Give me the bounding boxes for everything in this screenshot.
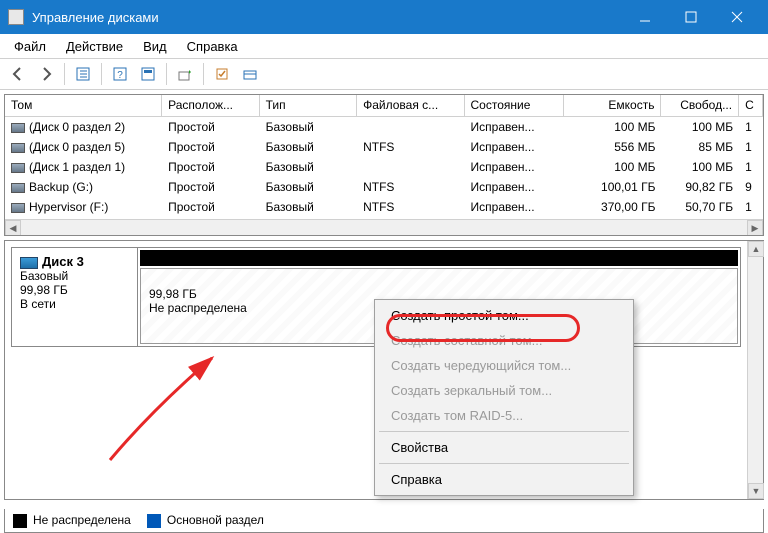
menu-view[interactable]: Вид: [133, 37, 177, 56]
ctx-properties[interactable]: Свойства: [377, 435, 631, 460]
menu-action[interactable]: Действие: [56, 37, 133, 56]
volume-list: Том Располож... Тип Файловая с... Состоя…: [4, 94, 764, 236]
legend-primary-swatch: [147, 514, 161, 528]
back-button[interactable]: [6, 62, 30, 86]
col-filesystem[interactable]: Файловая с...: [357, 95, 464, 116]
legend: Не распределена Основной раздел: [4, 509, 764, 533]
legend-unallocated-label: Не распределена: [33, 513, 131, 527]
menubar: Файл Действие Вид Справка: [0, 34, 768, 58]
col-layout[interactable]: Располож...: [162, 95, 259, 116]
disk-icon: [20, 257, 38, 269]
ctx-create-simple-volume[interactable]: Создать простой том...: [377, 303, 631, 328]
menu-file[interactable]: Файл: [4, 37, 56, 56]
window-title: Управление дисками: [32, 10, 622, 25]
ctx-create-mirrored-volume: Создать зеркальный том...: [377, 378, 631, 403]
ctx-create-striped-volume: Создать чередующийся том...: [377, 353, 631, 378]
show-tree-button[interactable]: [71, 62, 95, 86]
help-button[interactable]: ?: [108, 62, 132, 86]
forward-button[interactable]: [34, 62, 58, 86]
disk-header: Диск 3 Базовый 99,98 ГБ В сети: [12, 248, 138, 346]
svg-text:?: ?: [117, 70, 123, 81]
scroll-down-icon[interactable]: ▼: [748, 483, 764, 499]
col-status[interactable]: Состояние: [465, 95, 564, 116]
scroll-left-icon[interactable]: ◀: [5, 220, 21, 236]
col-pct[interactable]: С: [739, 95, 763, 116]
titlebar: Управление дисками: [0, 0, 768, 34]
table-row[interactable]: (Диск 0 раздел 2)ПростойБазовыйИсправен.…: [5, 117, 763, 137]
table-row[interactable]: Hypervisor (F:)ПростойБазовыйNTFSИсправе…: [5, 197, 763, 217]
disk-type: Базовый: [20, 269, 129, 283]
horizontal-scrollbar[interactable]: ◀ ▶: [5, 219, 763, 235]
col-capacity[interactable]: Емкость: [564, 95, 661, 116]
context-menu: Создать простой том... Создать составной…: [374, 299, 634, 496]
col-volume[interactable]: Том: [5, 95, 162, 116]
table-row[interactable]: (Диск 0 раздел 5)ПростойБазовыйNTFSИспра…: [5, 137, 763, 157]
view-button[interactable]: [136, 62, 160, 86]
table-row[interactable]: (Диск 1 раздел 1)ПростойБазовыйИсправен.…: [5, 157, 763, 177]
ctx-create-raid5-volume: Создать том RAID-5...: [377, 403, 631, 428]
close-button[interactable]: [714, 0, 760, 34]
maximize-button[interactable]: [668, 0, 714, 34]
list-button[interactable]: [238, 62, 262, 86]
refresh-button[interactable]: [173, 62, 197, 86]
table-row[interactable]: Backup (G:)ПростойБазовыйNTFSИсправен...…: [5, 177, 763, 197]
col-free[interactable]: Свобод...: [661, 95, 739, 116]
disk-size: 99,98 ГБ: [20, 283, 129, 297]
legend-primary-label: Основной раздел: [167, 513, 264, 527]
settings-button[interactable]: [210, 62, 234, 86]
vertical-scrollbar[interactable]: ▲ ▼: [747, 241, 763, 499]
disk-name: Диск 3: [42, 254, 84, 269]
ctx-create-spanned-volume: Создать составной том...: [377, 328, 631, 353]
column-headers: Том Располож... Тип Файловая с... Состоя…: [5, 95, 763, 117]
minimize-button[interactable]: [622, 0, 668, 34]
legend-unallocated-swatch: [13, 514, 27, 528]
scroll-up-icon[interactable]: ▲: [748, 241, 764, 257]
app-icon: [8, 9, 24, 25]
scroll-right-icon[interactable]: ▶: [747, 220, 763, 236]
menu-help[interactable]: Справка: [177, 37, 248, 56]
disk-status: В сети: [20, 297, 129, 311]
toolbar: ?: [0, 58, 768, 90]
col-type[interactable]: Тип: [260, 95, 357, 116]
ctx-help[interactable]: Справка: [377, 467, 631, 492]
